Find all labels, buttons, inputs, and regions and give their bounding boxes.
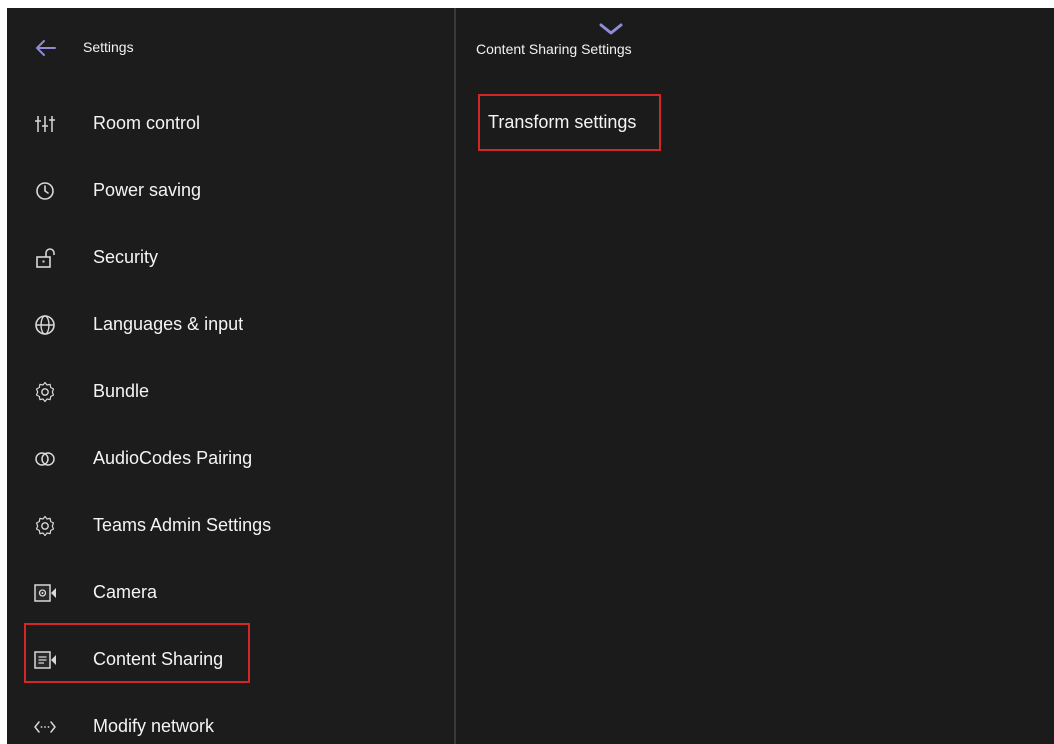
content-sharing-highlight-box	[24, 623, 250, 683]
back-arrow-icon[interactable]	[34, 37, 58, 59]
sidebar-item-teams-admin-settings[interactable]: Teams Admin Settings	[7, 498, 454, 554]
globe-icon	[35, 315, 55, 335]
sidebar-item-bundle[interactable]: Bundle	[7, 364, 454, 420]
sidebar-item-label: Security	[93, 247, 159, 267]
sidebar-item-label: Modify network	[93, 716, 215, 736]
sidebar-item-label: AudioCodes Pairing	[93, 448, 253, 468]
sidebar-item-power-saving[interactable]: Power saving	[7, 163, 454, 219]
gear-icon	[35, 515, 55, 537]
sidebar-item-label: Bundle	[93, 381, 150, 401]
pairing-circles-icon	[35, 452, 55, 466]
sliders-icon	[35, 116, 55, 132]
sidebar-item-camera[interactable]: Camera	[7, 565, 454, 621]
page-title: Content Sharing Settings	[476, 41, 632, 57]
settings-header: Settings	[7, 30, 454, 66]
sidebar-item-audiocodes-pairing[interactable]: AudioCodes Pairing	[7, 431, 454, 487]
settings-sidebar: Settings Room control Power saving Secur…	[7, 8, 454, 744]
camera-settings-icon	[34, 584, 56, 602]
network-code-icon	[34, 721, 56, 733]
sidebar-item-room-control[interactable]: Room control	[7, 96, 454, 152]
sidebar-item-label: Room control	[93, 113, 201, 133]
chevron-down-icon[interactable]	[598, 22, 624, 36]
sidebar-item-label: Languages & input	[93, 314, 244, 334]
sidebar-item-label: Teams Admin Settings	[93, 515, 272, 535]
clock-icon	[36, 182, 54, 200]
sidebar-item-modify-network[interactable]: Modify network	[7, 699, 454, 744]
gear-icon	[35, 381, 55, 403]
content-sharing-settings-pane: Content Sharing Settings Transform setti…	[456, 8, 1054, 744]
sidebar-item-label: Power saving	[93, 180, 202, 200]
settings-screen: Settings Room control Power saving Secur…	[7, 8, 1054, 744]
sidebar-item-label: Camera	[93, 582, 158, 602]
settings-title: Settings	[83, 39, 134, 55]
transform-settings-highlight-box	[478, 94, 661, 151]
sidebar-item-security[interactable]: Security	[7, 230, 454, 286]
unlock-icon	[36, 248, 55, 268]
sidebar-item-languages[interactable]: Languages & input	[7, 297, 454, 353]
